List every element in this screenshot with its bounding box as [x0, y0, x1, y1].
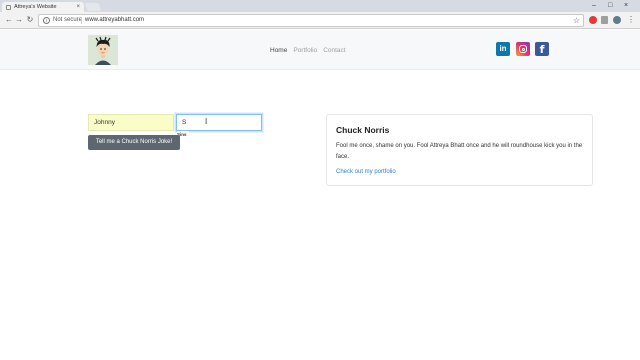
avatar[interactable]: [88, 35, 118, 65]
tab-title: Attreya's Website: [14, 4, 57, 10]
browser-toolbar: ← → ↻ i Not secure www.attreyabhatt.com …: [0, 12, 640, 29]
minimize-icon[interactable]: –: [592, 0, 596, 11]
site-navbar: Home Portfolio Contact in f: [0, 30, 640, 70]
info-icon[interactable]: i: [43, 17, 50, 24]
text-cursor-icon: I: [205, 117, 208, 126]
facebook-icon[interactable]: f: [535, 42, 549, 56]
main-nav: Home Portfolio Contact: [270, 30, 346, 70]
nav-home[interactable]: Home: [270, 47, 287, 54]
joke-card: Chuck Norris Fool me once, shame on you.…: [326, 114, 593, 186]
divider: [81, 17, 82, 24]
url-text[interactable]: www.attreyabhatt.com: [85, 15, 144, 26]
page-icon: [6, 5, 11, 10]
pen-extension-icon[interactable]: [613, 16, 621, 24]
instagram-icon[interactable]: [516, 42, 530, 56]
portfolio-link[interactable]: Check out my portfolio: [336, 169, 396, 175]
nav-contact[interactable]: Contact: [323, 47, 345, 54]
last-name-input[interactable]: S: [176, 114, 262, 131]
forward-icon[interactable]: →: [14, 14, 24, 26]
back-icon[interactable]: ←: [4, 14, 14, 26]
joke-text: Fool me once, shame on you. Fool Attreya…: [336, 143, 583, 160]
new-tab-button[interactable]: [84, 3, 102, 11]
maximize-icon[interactable]: □: [608, 0, 612, 11]
reload-icon[interactable]: ↻: [25, 14, 35, 26]
window-close-icon[interactable]: ×: [624, 0, 628, 11]
linkedin-icon[interactable]: in: [496, 42, 510, 56]
chuck-norris-joke-button[interactable]: Tell me a Chuck Norris Joke!: [88, 135, 180, 150]
tab-close-icon[interactable]: ×: [76, 2, 80, 12]
first-name-input[interactable]: Johnny: [88, 114, 174, 131]
address-bar[interactable]: i Not secure www.attreyabhatt.com ☆: [38, 14, 584, 27]
extension-icon[interactable]: [601, 16, 608, 24]
nav-portfolio[interactable]: Portfolio: [293, 47, 317, 54]
security-label: Not secure: [53, 17, 83, 23]
opera-extension-icon[interactable]: [589, 16, 597, 24]
browser-tab[interactable]: Attreya's Website ×: [2, 2, 84, 12]
card-title: Chuck Norris: [336, 125, 390, 135]
bookmark-star-icon[interactable]: ☆: [573, 15, 580, 26]
menu-icon[interactable]: ⋮: [626, 14, 636, 26]
tab-strip: Attreya's Website × – □ ×: [0, 0, 640, 12]
